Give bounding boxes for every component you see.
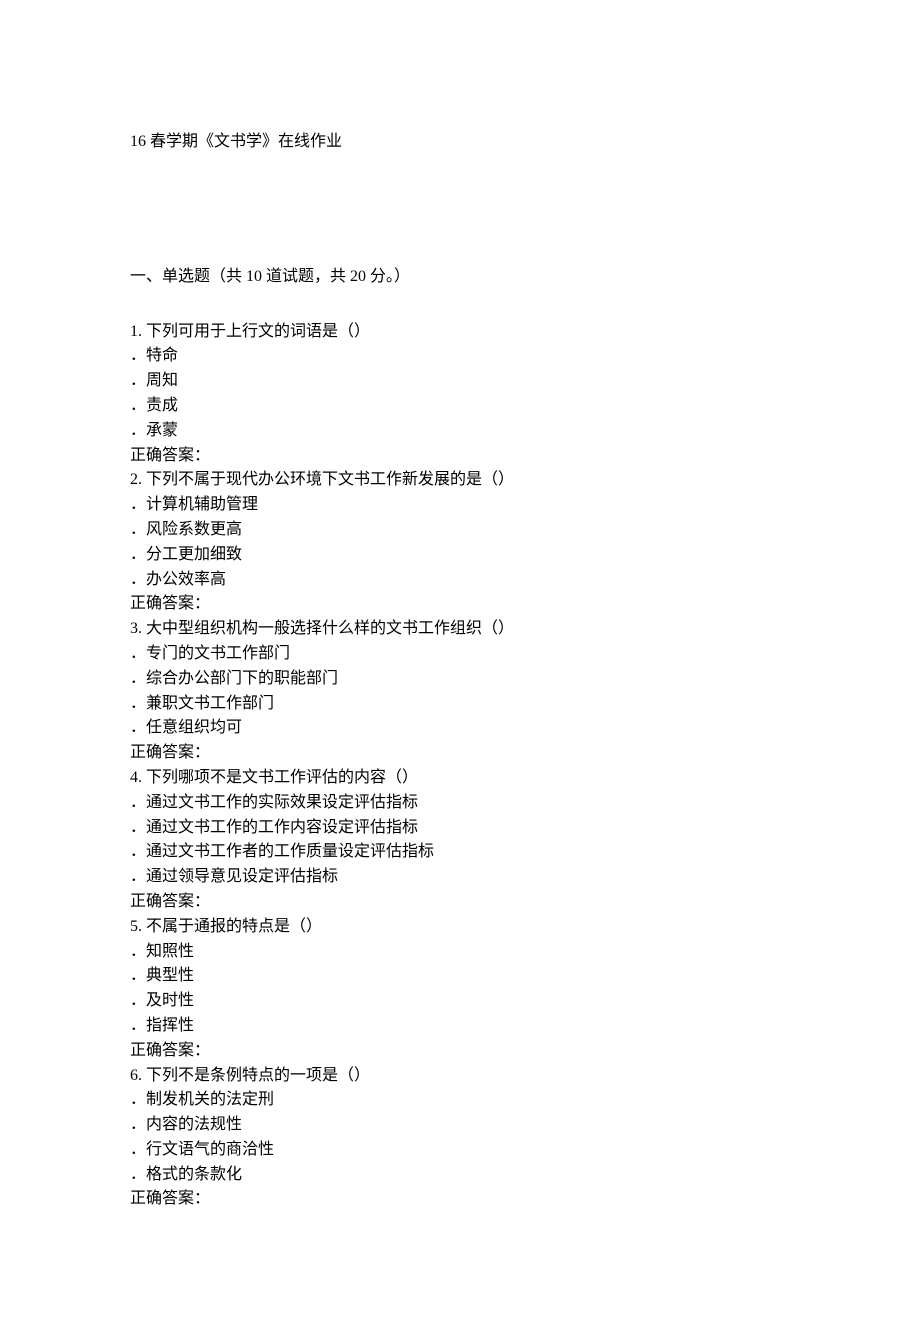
option-a: ．知照性 [130, 940, 790, 965]
question-number: 2. [130, 471, 146, 488]
answer-label: 正确答案： [130, 741, 790, 766]
question-stem: 4. 下列哪项不是文书工作评估的内容（） [130, 766, 790, 791]
question-stem: 3. 大中型组织机构一般选择什么样的文书工作组织（） [130, 617, 790, 642]
question-6: 6. 下列不是条例特点的一项是（） ．制发机关的法定刑 ．内容的法规性 ．行文语… [130, 1064, 790, 1213]
option-b: ．综合办公部门下的职能部门 [130, 667, 790, 692]
option-b: ．周知 [130, 369, 790, 394]
question-number: 6. [130, 1067, 146, 1084]
option-d: ．任意组织均可 [130, 716, 790, 741]
question-text: 下列可用于上行文的词语是（） [146, 323, 370, 340]
option-d: ．办公效率高 [130, 568, 790, 593]
question-number: 4. [130, 769, 146, 786]
option-b: ．内容的法规性 [130, 1113, 790, 1138]
answer-label: 正确答案： [130, 890, 790, 915]
option-d: ．通过领导意见设定评估指标 [130, 865, 790, 890]
question-1: 1. 下列可用于上行文的词语是（） ．特命 ．周知 ．责成 ．承蒙 正确答案： [130, 320, 790, 469]
option-c: ．行文语气的商洽性 [130, 1138, 790, 1163]
question-stem: 1. 下列可用于上行文的词语是（） [130, 320, 790, 345]
option-c: ．分工更加细致 [130, 543, 790, 568]
question-text: 下列不是条例特点的一项是（） [146, 1067, 370, 1084]
question-stem: 6. 下列不是条例特点的一项是（） [130, 1064, 790, 1089]
question-3: 3. 大中型组织机构一般选择什么样的文书工作组织（） ．专门的文书工作部门 ．综… [130, 617, 790, 766]
option-c: ．及时性 [130, 989, 790, 1014]
question-text: 下列不属于现代办公环境下文书工作新发展的是（） [146, 471, 514, 488]
question-2: 2. 下列不属于现代办公环境下文书工作新发展的是（） ．计算机辅助管理 ．风险系… [130, 468, 790, 617]
option-c: ．通过文书工作者的工作质量设定评估指标 [130, 840, 790, 865]
question-stem: 5. 不属于通报的特点是（） [130, 915, 790, 940]
question-number: 3. [130, 620, 146, 637]
option-a: ．特命 [130, 344, 790, 369]
option-d: ．承蒙 [130, 419, 790, 444]
answer-label: 正确答案： [130, 444, 790, 469]
option-c: ．责成 [130, 394, 790, 419]
option-a: ．通过文书工作的实际效果设定评估指标 [130, 791, 790, 816]
question-stem: 2. 下列不属于现代办公环境下文书工作新发展的是（） [130, 468, 790, 493]
question-4: 4. 下列哪项不是文书工作评估的内容（） ．通过文书工作的实际效果设定评估指标 … [130, 766, 790, 915]
option-a: ．专门的文书工作部门 [130, 642, 790, 667]
question-text: 不属于通报的特点是（） [146, 918, 322, 935]
question-number: 5. [130, 918, 146, 935]
answer-label: 正确答案： [130, 592, 790, 617]
question-text: 大中型组织机构一般选择什么样的文书工作组织（） [146, 620, 514, 637]
option-b: ．风险系数更高 [130, 518, 790, 543]
option-a: ．计算机辅助管理 [130, 493, 790, 518]
question-5: 5. 不属于通报的特点是（） ．知照性 ．典型性 ．及时性 ．指挥性 正确答案： [130, 915, 790, 1064]
document-title: 16 春学期《文书学》在线作业 [130, 130, 790, 155]
option-d: ．格式的条款化 [130, 1163, 790, 1188]
option-b: ．通过文书工作的工作内容设定评估指标 [130, 816, 790, 841]
option-a: ．制发机关的法定刑 [130, 1088, 790, 1113]
section-header: 一、单选题（共 10 道试题，共 20 分。） [130, 265, 790, 290]
option-b: ．典型性 [130, 964, 790, 989]
option-d: ．指挥性 [130, 1014, 790, 1039]
question-text: 下列哪项不是文书工作评估的内容（） [146, 769, 418, 786]
answer-label: 正确答案： [130, 1187, 790, 1212]
option-c: ．兼职文书工作部门 [130, 692, 790, 717]
question-number: 1. [130, 323, 146, 340]
answer-label: 正确答案： [130, 1039, 790, 1064]
